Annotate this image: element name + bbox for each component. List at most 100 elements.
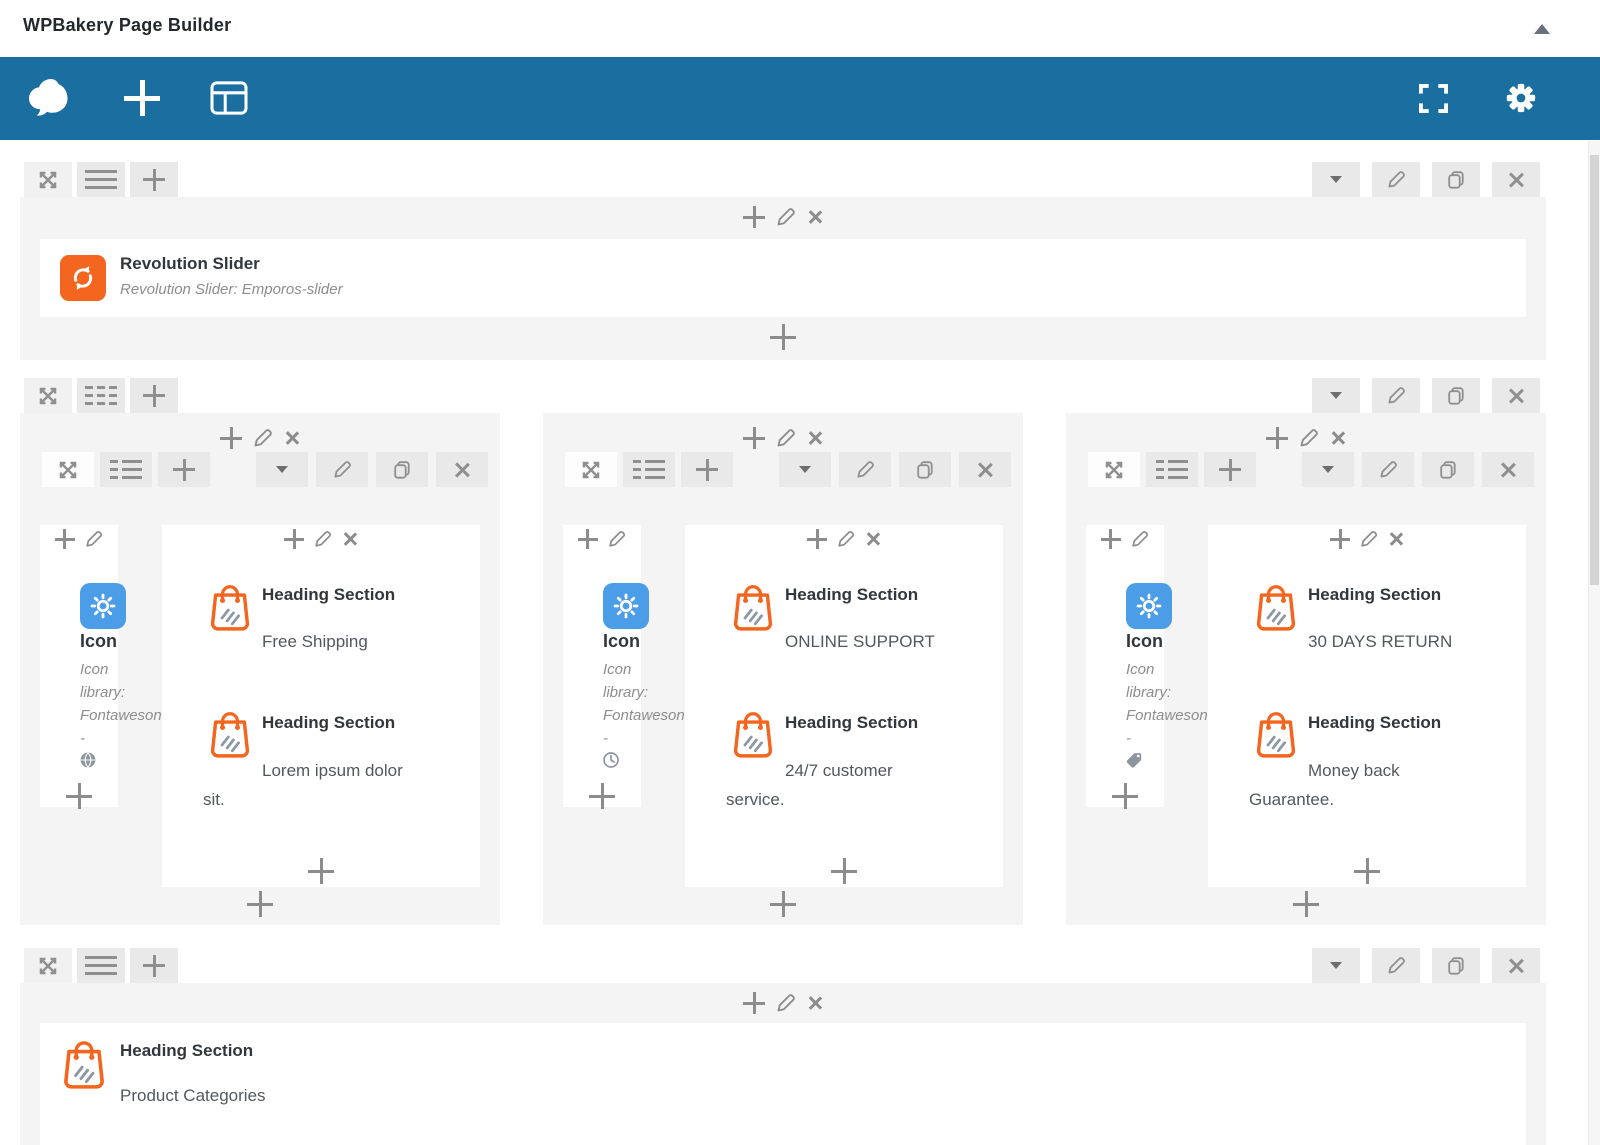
edit-column-button[interactable]	[775, 992, 797, 1014]
inner-row-clone-button[interactable]	[376, 452, 428, 487]
heading-section-element[interactable]: Heading Section Product Categories	[40, 1023, 1526, 1145]
append-element-button[interactable]	[66, 783, 92, 809]
append-element-button[interactable]	[770, 324, 796, 350]
append-element-button[interactable]	[770, 891, 796, 917]
prepend-element-button[interactable]	[743, 427, 765, 449]
icon-element-badge[interactable]	[1126, 583, 1172, 629]
revolution-slider-element[interactable]: Revolution Slider Revolution Slider: Emp…	[40, 239, 1526, 317]
delete-column-button[interactable]	[1388, 531, 1404, 547]
prepend-element-button[interactable]	[284, 529, 304, 549]
edit-column-button[interactable]	[313, 529, 333, 549]
scrollbar-thumb[interactable]	[1590, 155, 1599, 585]
row1-add-tab-button[interactable]	[130, 162, 178, 197]
row1-tabs	[24, 162, 178, 197]
element-title: Heading Section	[120, 1041, 254, 1060]
row2-layout-button[interactable]	[77, 378, 125, 413]
delete-column-button[interactable]	[807, 430, 823, 446]
delete-column-button[interactable]	[1330, 430, 1346, 446]
edit-column-button[interactable]	[1298, 427, 1320, 449]
icon-element-badge[interactable]	[603, 583, 649, 629]
append-element-button[interactable]	[1293, 891, 1319, 917]
inner-row-add-button[interactable]	[1204, 452, 1256, 487]
builder-toolbar	[0, 57, 1600, 140]
collapse-button[interactable]	[1531, 20, 1553, 38]
prepend-element-button[interactable]	[807, 529, 827, 549]
edit-column-button[interactable]	[84, 529, 104, 549]
list-layout-icon	[1156, 460, 1188, 479]
delete-column-button[interactable]	[807, 995, 823, 1011]
prepend-element-button[interactable]	[1100, 529, 1121, 549]
prepend-element-button[interactable]	[743, 992, 765, 1014]
inner-row-delete-button[interactable]	[436, 452, 488, 487]
row1-edit-button[interactable]	[1372, 162, 1420, 197]
delete-column-button[interactable]	[865, 531, 881, 547]
row1-delete-button[interactable]	[1492, 162, 1540, 197]
prepend-element-button[interactable]	[577, 529, 598, 549]
icon-element-badge[interactable]	[80, 583, 126, 629]
edit-column-button[interactable]	[607, 529, 627, 549]
row3-layout-button[interactable]	[77, 948, 125, 983]
edit-column-button[interactable]	[775, 206, 797, 228]
row2-drag-handle[interactable]	[24, 378, 72, 413]
prepend-element-button[interactable]	[1330, 529, 1350, 549]
templates-button[interactable]	[210, 81, 248, 115]
row2-edit-button[interactable]	[1372, 378, 1420, 413]
inner-row-add-button[interactable]	[158, 452, 210, 487]
append-element-button[interactable]	[247, 891, 273, 917]
inner-row-layout-button[interactable]	[1146, 452, 1198, 487]
append-element-button[interactable]	[1112, 783, 1138, 809]
row3-edit-button[interactable]	[1372, 948, 1420, 983]
delete-column-button[interactable]	[342, 531, 358, 547]
append-element-button[interactable]	[831, 858, 857, 884]
row1-clone-button[interactable]	[1432, 162, 1480, 197]
inner-row-drag-handle[interactable]	[42, 452, 94, 487]
row3-toggle-button[interactable]	[1312, 948, 1360, 983]
settings-button[interactable]	[1504, 81, 1538, 115]
row3-add-tab-button[interactable]	[130, 948, 178, 983]
plus-icon	[1219, 458, 1241, 481]
inner-row-delete-button[interactable]	[959, 452, 1011, 487]
append-element-button[interactable]	[1354, 858, 1380, 884]
row2-add-tab-button[interactable]	[130, 378, 178, 413]
row1-layout-button[interactable]	[77, 162, 125, 197]
row2-clone-button[interactable]	[1432, 378, 1480, 413]
fullscreen-button[interactable]	[1419, 84, 1448, 113]
inner-row-edit-button[interactable]	[316, 452, 368, 487]
edit-column-button[interactable]	[1130, 529, 1150, 549]
row1-toggle-button[interactable]	[1312, 162, 1360, 197]
inner-row-layout-button[interactable]	[100, 452, 152, 487]
prepend-element-button[interactable]	[743, 206, 765, 228]
row2-toggle-button[interactable]	[1312, 378, 1360, 413]
prepend-element-button[interactable]	[54, 529, 75, 549]
inner-row-edit-button[interactable]	[839, 452, 891, 487]
inner-row-toggle-button[interactable]	[256, 452, 308, 487]
inner-row-edit-button[interactable]	[1362, 452, 1414, 487]
inner-row-clone-button[interactable]	[899, 452, 951, 487]
edit-column-button[interactable]	[1359, 529, 1379, 549]
append-element-button[interactable]	[308, 858, 334, 884]
row3-delete-button[interactable]	[1492, 948, 1540, 983]
edit-column-button[interactable]	[836, 529, 856, 549]
add-element-button[interactable]	[124, 80, 160, 121]
prepend-element-button[interactable]	[220, 427, 242, 449]
inner-row-drag-handle[interactable]	[1088, 452, 1140, 487]
inner-row-add-button[interactable]	[681, 452, 733, 487]
scrollbar[interactable]	[1588, 141, 1600, 1145]
inner-row-toggle-button[interactable]	[1302, 452, 1354, 487]
inner-row-clone-button[interactable]	[1422, 452, 1474, 487]
append-element-button[interactable]	[589, 783, 615, 809]
row3-drag-handle[interactable]	[24, 948, 72, 983]
delete-column-button[interactable]	[807, 209, 823, 225]
wpbakery-logo-icon	[26, 76, 76, 121]
inner-row-drag-handle[interactable]	[565, 452, 617, 487]
row2-delete-button[interactable]	[1492, 378, 1540, 413]
inner-row-layout-button[interactable]	[623, 452, 675, 487]
inner-row-delete-button[interactable]	[1482, 452, 1534, 487]
edit-column-button[interactable]	[252, 427, 274, 449]
edit-column-button[interactable]	[775, 427, 797, 449]
row3-clone-button[interactable]	[1432, 948, 1480, 983]
delete-column-button[interactable]	[284, 430, 300, 446]
row1-drag-handle[interactable]	[24, 162, 72, 197]
inner-row-toggle-button[interactable]	[779, 452, 831, 487]
prepend-element-button[interactable]	[1266, 427, 1288, 449]
